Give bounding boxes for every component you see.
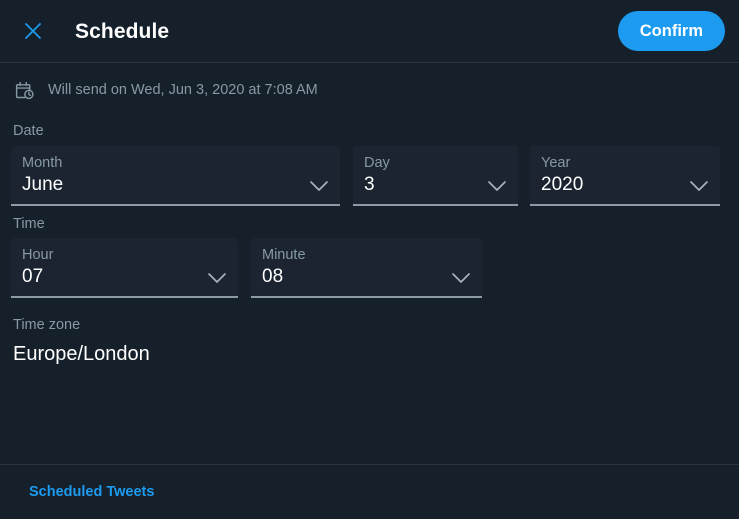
timezone-value: Europe/London: [13, 342, 150, 365]
dialog-header: Schedule Confirm: [0, 0, 739, 63]
chevron-down-icon: [487, 179, 507, 191]
hour-select-value: 07: [22, 266, 44, 288]
date-section-label: Date: [13, 123, 44, 139]
day-select[interactable]: Day 3: [353, 145, 518, 206]
page-title: Schedule: [75, 19, 170, 43]
date-field-row: Month June Day 3 Year 2020: [11, 145, 728, 206]
confirm-button[interactable]: Confirm: [617, 11, 725, 51]
year-select-label: Year: [541, 154, 571, 171]
will-send-text: Will send on Wed, Jun 3, 2020 at 7:08 AM: [48, 81, 318, 98]
scheduled-tweets-link[interactable]: Scheduled Tweets: [29, 485, 154, 500]
timezone-block: Time zone Europe/London: [11, 318, 728, 366]
minute-select-label: Minute: [262, 247, 306, 263]
close-button[interactable]: [16, 14, 50, 48]
minute-select[interactable]: Minute 08: [251, 238, 482, 298]
year-select-value: 2020: [541, 173, 584, 195]
year-select[interactable]: Year 2020: [530, 145, 720, 206]
month-select-value: June: [22, 173, 64, 195]
schedule-dialog: Schedule Confirm Will send on Wed, Jun 3…: [0, 0, 739, 519]
hour-select[interactable]: Hour 07: [11, 238, 238, 298]
month-select[interactable]: Month June: [11, 145, 340, 206]
day-select-value: 3: [364, 173, 375, 195]
will-send-summary: Will send on Wed, Jun 3, 2020 at 7:08 AM: [11, 67, 728, 113]
chevron-down-icon: [451, 271, 471, 283]
hour-select-label: Hour: [22, 247, 54, 263]
chevron-down-icon: [689, 179, 709, 191]
dialog-footer: Scheduled Tweets: [0, 464, 739, 519]
calendar-clock-icon: [13, 79, 35, 101]
close-x-icon: [23, 21, 43, 41]
day-select-label: Day: [364, 154, 390, 171]
time-section-label: Time: [13, 215, 45, 232]
chevron-down-icon: [309, 179, 329, 191]
time-field-row: Hour 07 Minute 08: [11, 238, 728, 298]
dialog-body: Will send on Wed, Jun 3, 2020 at 7:08 AM…: [0, 67, 739, 366]
timezone-label: Time zone: [13, 317, 81, 333]
month-select-label: Month: [22, 154, 63, 171]
minute-select-value: 08: [262, 266, 284, 288]
chevron-down-icon: [207, 271, 227, 283]
